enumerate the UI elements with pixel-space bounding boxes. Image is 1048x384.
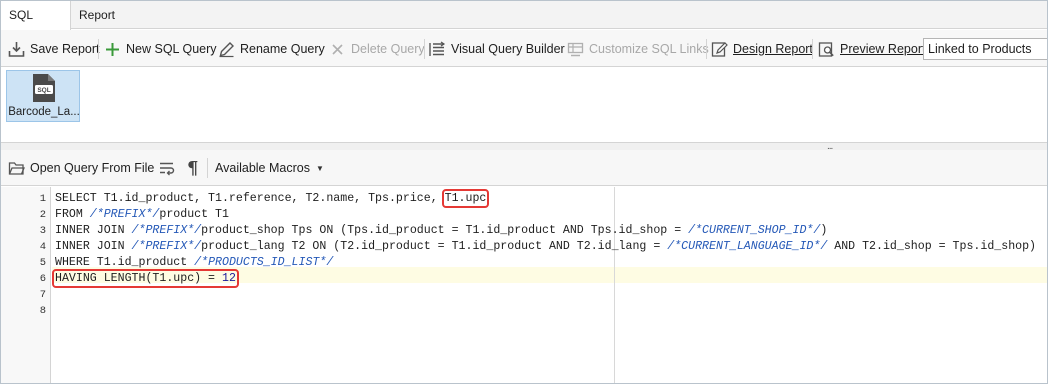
toolbar-divider <box>424 39 425 59</box>
toolbar-divider <box>706 39 707 59</box>
line-number: 5 <box>39 257 46 269</box>
line-number: 7 <box>39 289 46 301</box>
code-text: INNER JOIN <box>55 240 132 253</box>
save-report-label: Save Report <box>30 42 100 56</box>
chevron-down-icon: ▼ <box>315 163 324 173</box>
toolbar-divider <box>98 39 99 59</box>
line-number: 1 <box>39 193 46 205</box>
linked-to-select[interactable]: Linked to Products <box>923 38 1047 60</box>
query-builder-icon <box>429 41 446 56</box>
new-sql-query-button[interactable]: New SQL Query <box>104 38 217 60</box>
rename-query-button[interactable]: Rename Query <box>218 38 325 60</box>
code-text: ) <box>820 224 828 237</box>
code-line-2: FROM /*PREFIX*/product T1 <box>55 207 229 223</box>
new-sql-query-label: New SQL Query <box>126 42 217 56</box>
svg-text:SQL: SQL <box>37 87 50 94</box>
query-list: SQL Barcode_La... <box>1 68 1047 142</box>
sql-code-editor[interactable]: 1 2 3 4 5 6 7 8 SELECT T1.id_product, T1… <box>1 187 1047 383</box>
highlighted-upc-column: T1.upc <box>441 189 490 208</box>
preview-report-label: Preview Report <box>840 42 926 56</box>
rename-query-label: Rename Query <box>240 42 325 56</box>
code-comment: /*CURRENT_SHOP_ID*/ <box>688 224 821 237</box>
code-line-5: WHERE T1.id_product /*PRODUCTS_ID_LIST*/ <box>55 255 333 271</box>
tab-strip: SQL Editor Report Designer <box>1 1 1047 50</box>
code-comment: /*PREFIX*/ <box>131 224 202 237</box>
code-comment: /*PREFIX*/ <box>131 240 202 253</box>
pencil-icon <box>219 41 234 57</box>
code-comment: /*CURRENT_LANGUAGE_ID*/ <box>667 240 828 253</box>
link-table-icon <box>567 42 584 56</box>
design-report-button[interactable]: Design Report <box>711 38 813 60</box>
code-text: HAVING LENGTH(T1.upc) = <box>55 272 222 285</box>
code-number: 12 <box>221 272 236 285</box>
design-report-icon <box>711 41 728 57</box>
code-comment: /*PREFIX*/ <box>89 208 160 221</box>
line-number: 3 <box>39 225 46 237</box>
line-number: 2 <box>39 209 46 221</box>
folder-open-icon <box>8 161 25 175</box>
line-number-gutter: 1 2 3 4 5 6 7 8 <box>1 187 51 383</box>
code-text: product_shop Tps ON (Tps.id_product = T1… <box>201 224 689 237</box>
visual-query-builder-button[interactable]: Visual Query Builder <box>429 38 565 60</box>
toolbar-divider <box>207 158 208 178</box>
customize-sql-links-button[interactable]: Customize SQL Links <box>567 38 709 60</box>
sql-editor-window: SQL Editor Report Designer Save Report N… <box>0 0 1048 384</box>
save-report-button[interactable]: Save Report <box>8 38 99 60</box>
open-query-from-file-label: Open Query From File <box>30 161 155 175</box>
design-report-label: Design Report <box>733 42 813 56</box>
line-number: 8 <box>39 305 46 317</box>
toolbar-divider <box>812 39 813 59</box>
panel-splitter[interactable]: ... <box>1 142 1047 152</box>
delete-query-button[interactable]: Delete Query <box>329 38 425 60</box>
code-text: INNER JOIN <box>55 224 132 237</box>
code-text: FROM <box>55 208 90 221</box>
query-item[interactable]: SQL Barcode_La... <box>6 70 80 122</box>
preview-report-button[interactable]: Preview Report <box>818 38 925 60</box>
code-comment: /*PRODUCTS_ID_LIST*/ <box>194 256 334 269</box>
close-icon <box>332 43 343 55</box>
delete-query-label: Delete Query <box>351 42 425 56</box>
tab-sql-editor[interactable]: SQL Editor <box>1 1 71 50</box>
editor-toolbar: Open Query From File ¶ Available Macros … <box>1 150 1047 186</box>
save-report-icon <box>8 41 25 57</box>
code-line-6: HAVING LENGTH(T1.upc) = 12 <box>52 269 239 288</box>
plus-icon <box>106 42 119 56</box>
visual-query-builder-label: Visual Query Builder <box>451 42 565 56</box>
code-line-1: SELECT T1.id_product, T1.reference, T2.n… <box>55 189 490 208</box>
open-query-from-file-button[interactable]: Open Query From File <box>8 157 154 179</box>
query-item-label: Barcode_La... <box>8 106 80 118</box>
available-macros-dropdown[interactable]: Available Macros ▼ <box>215 157 324 179</box>
code-text: WHERE T1.id_product <box>55 256 195 269</box>
customize-sql-links-label: Customize SQL Links <box>589 42 709 56</box>
preview-report-icon <box>818 41 834 57</box>
line-number: 6 <box>39 273 46 285</box>
right-margin-guide <box>614 187 615 383</box>
highlighted-having-clause: HAVING LENGTH(T1.upc) = 12 <box>52 269 239 288</box>
show-formatting-button[interactable]: ¶ <box>187 157 198 179</box>
code-text: SELECT T1.id_product, T1.reference, T2.n… <box>55 192 445 205</box>
line-number: 4 <box>39 241 46 253</box>
code-line-4: INNER JOIN /*PREFIX*/product_lang T2 ON … <box>55 239 1036 255</box>
main-toolbar: Save Report New SQL Query Rename Query D… <box>1 30 1047 67</box>
code-text: AND T2.id_shop = Tps.id_shop) <box>827 240 1037 253</box>
tab-report-designer[interactable]: Report Designer <box>71 1 169 50</box>
code-line-3: INNER JOIN /*PREFIX*/product_shop Tps ON… <box>55 223 827 239</box>
code-text: product T1 <box>159 208 229 221</box>
code-text: product_lang T2 ON (T2.id_product = T1.i… <box>201 240 668 253</box>
available-macros-label: Available Macros <box>215 161 310 175</box>
word-wrap-button[interactable] <box>158 157 180 179</box>
sql-file-icon: SQL <box>33 74 55 102</box>
pilcrow-icon: ¶ <box>187 157 199 179</box>
word-wrap-icon <box>160 162 175 175</box>
